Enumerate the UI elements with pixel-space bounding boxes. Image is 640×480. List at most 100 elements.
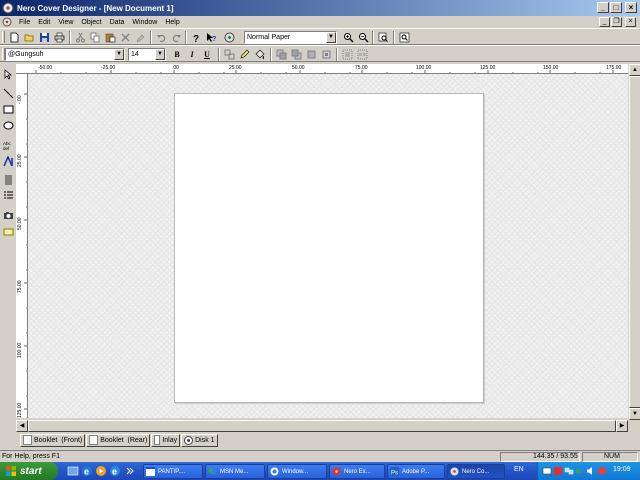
title-bar[interactable]: Nero Cover Designer - [New Document 1]	[0, 0, 640, 16]
open-button[interactable]	[22, 31, 36, 44]
backward-button[interactable]	[319, 48, 333, 61]
send-back-button[interactable]	[289, 48, 303, 61]
menu-view[interactable]: View	[54, 19, 77, 26]
taskbar-button-windows[interactable]: Window...	[267, 464, 327, 479]
toolbar-grip[interactable]	[2, 31, 5, 43]
doc-close-button[interactable]: ×	[625, 17, 636, 27]
media-player-icon[interactable]	[95, 465, 107, 477]
paper-select-arrow-icon[interactable]: ▼	[326, 32, 336, 43]
tray-shield-icon[interactable]	[597, 466, 607, 476]
font-select-arrow-icon[interactable]: ▼	[114, 49, 124, 60]
start-button[interactable]: start	[0, 462, 58, 480]
save-button[interactable]	[37, 31, 51, 44]
menu-data[interactable]: Data	[106, 19, 129, 26]
taskbar-button-nero-express[interactable]: Nero Ex...	[329, 464, 385, 479]
zoom-in-button[interactable]	[341, 31, 355, 44]
paper-select[interactable]: Normal Paper ▼	[244, 31, 337, 44]
tab-disk-1[interactable]: Disk 1	[181, 433, 218, 447]
maximize-button[interactable]: □	[610, 2, 622, 13]
text-tool[interactable]: Abc def	[1, 138, 15, 152]
language-indicator[interactable]: EN	[514, 466, 524, 473]
fill-button[interactable]	[252, 48, 266, 61]
artistic-text-tool[interactable]	[1, 154, 15, 168]
scroll-down-arrow-icon[interactable]: ▼	[629, 408, 640, 420]
tab-booklet-front[interactable]: Booklet (Front)	[20, 433, 86, 447]
zoom-page-button[interactable]	[376, 31, 390, 44]
zoom-fit-button[interactable]	[397, 31, 411, 44]
document-icon[interactable]	[2, 17, 12, 27]
group-button[interactable]	[222, 48, 236, 61]
taskbar-button-nero-cover[interactable]: Nero Co...	[447, 464, 505, 479]
delete-button[interactable]	[118, 31, 132, 44]
nero-button[interactable]	[222, 31, 236, 44]
taskbar-button-adobe[interactable]: Ps Adobe P...	[387, 464, 445, 479]
ellipse-tool[interactable]	[1, 118, 15, 132]
ruler-label: 50.00	[292, 65, 305, 71]
doc-restore-button[interactable]: ❐	[611, 17, 622, 27]
copy-button[interactable]	[88, 31, 102, 44]
tray-app-icon[interactable]	[542, 466, 552, 476]
font-select[interactable]: @Gungsuh ▼	[5, 48, 125, 61]
tab-inlay[interactable]: Inlay	[151, 433, 181, 447]
redo-button[interactable]	[169, 31, 183, 44]
vertical-scrollbar[interactable]: ▲ ▼	[628, 64, 640, 420]
size-select[interactable]: 14 ▼	[128, 48, 166, 61]
taskbar-button-pantip[interactable]: PANTIP....	[143, 464, 203, 479]
size-select-arrow-icon[interactable]: ▼	[155, 49, 165, 60]
italic-button[interactable]: I	[185, 48, 199, 61]
toolbar-separator	[336, 48, 338, 61]
horizontal-scroll-thumb[interactable]	[28, 420, 616, 432]
underline-button[interactable]: U	[200, 48, 214, 61]
align-button[interactable]	[340, 48, 354, 61]
menu-object[interactable]: Object	[77, 19, 105, 26]
tray-network-icon[interactable]	[564, 466, 574, 476]
vertical-scroll-thumb[interactable]	[629, 76, 640, 408]
scroll-left-arrow-icon[interactable]: ◀	[16, 420, 28, 432]
field-tool[interactable]	[1, 224, 15, 238]
paste-button[interactable]	[103, 31, 117, 44]
menu-edit[interactable]: Edit	[34, 19, 54, 26]
rectangle-tool[interactable]	[1, 102, 15, 116]
list-tool[interactable]	[1, 172, 15, 186]
design-canvas[interactable]	[28, 74, 628, 418]
cut-button[interactable]	[73, 31, 87, 44]
image-tool[interactable]	[1, 208, 15, 222]
toolbar-separator	[372, 31, 374, 44]
menu-help[interactable]: Help	[161, 19, 183, 26]
print-button[interactable]	[52, 31, 66, 44]
bring-front-button[interactable]	[274, 48, 288, 61]
menu-window[interactable]: Window	[128, 19, 161, 26]
context-help-button[interactable]: ?	[204, 31, 218, 44]
format-painter-button[interactable]	[133, 31, 147, 44]
help-button[interactable]: ?	[189, 31, 203, 44]
quick-launch-expand-icon[interactable]	[124, 465, 136, 477]
tray-msn-icon[interactable]	[575, 466, 585, 476]
close-button[interactable]: ×	[625, 2, 637, 13]
doc-minimize-button[interactable]: _	[599, 17, 610, 27]
undo-button[interactable]	[154, 31, 168, 44]
clock[interactable]: 19:09	[613, 466, 631, 473]
zoom-out-button[interactable]	[356, 31, 370, 44]
tray-volume-icon[interactable]	[586, 466, 596, 476]
distribute-button[interactable]	[355, 48, 369, 61]
ruler-label: 100.00	[416, 65, 432, 71]
bold-button[interactable]: B	[170, 48, 184, 61]
scroll-right-arrow-icon[interactable]: ▶	[616, 420, 628, 432]
line-tool[interactable]	[1, 86, 15, 100]
ie-quicklaunch-icon[interactable]: e	[109, 465, 121, 477]
tray-antivirus-icon[interactable]	[553, 466, 563, 476]
tracklist-tool[interactable]	[1, 188, 15, 202]
edit-object-button[interactable]	[237, 48, 251, 61]
select-tool[interactable]	[1, 67, 15, 81]
minimize-button[interactable]: _	[597, 2, 609, 13]
menu-file[interactable]: File	[15, 19, 34, 26]
internet-explorer-icon[interactable]: e	[81, 465, 93, 477]
forward-button[interactable]	[304, 48, 318, 61]
scroll-up-arrow-icon[interactable]: ▲	[629, 64, 640, 76]
show-desktop-icon[interactable]	[67, 465, 79, 477]
taskbar-button-msn[interactable]: MSN Me...	[205, 464, 265, 479]
tab-booklet-rear[interactable]: Booklet (Rear)	[86, 433, 151, 447]
new-button[interactable]	[7, 31, 21, 44]
booklet-page[interactable]	[174, 93, 484, 403]
horizontal-scrollbar[interactable]: ◀ ▶	[16, 420, 628, 432]
